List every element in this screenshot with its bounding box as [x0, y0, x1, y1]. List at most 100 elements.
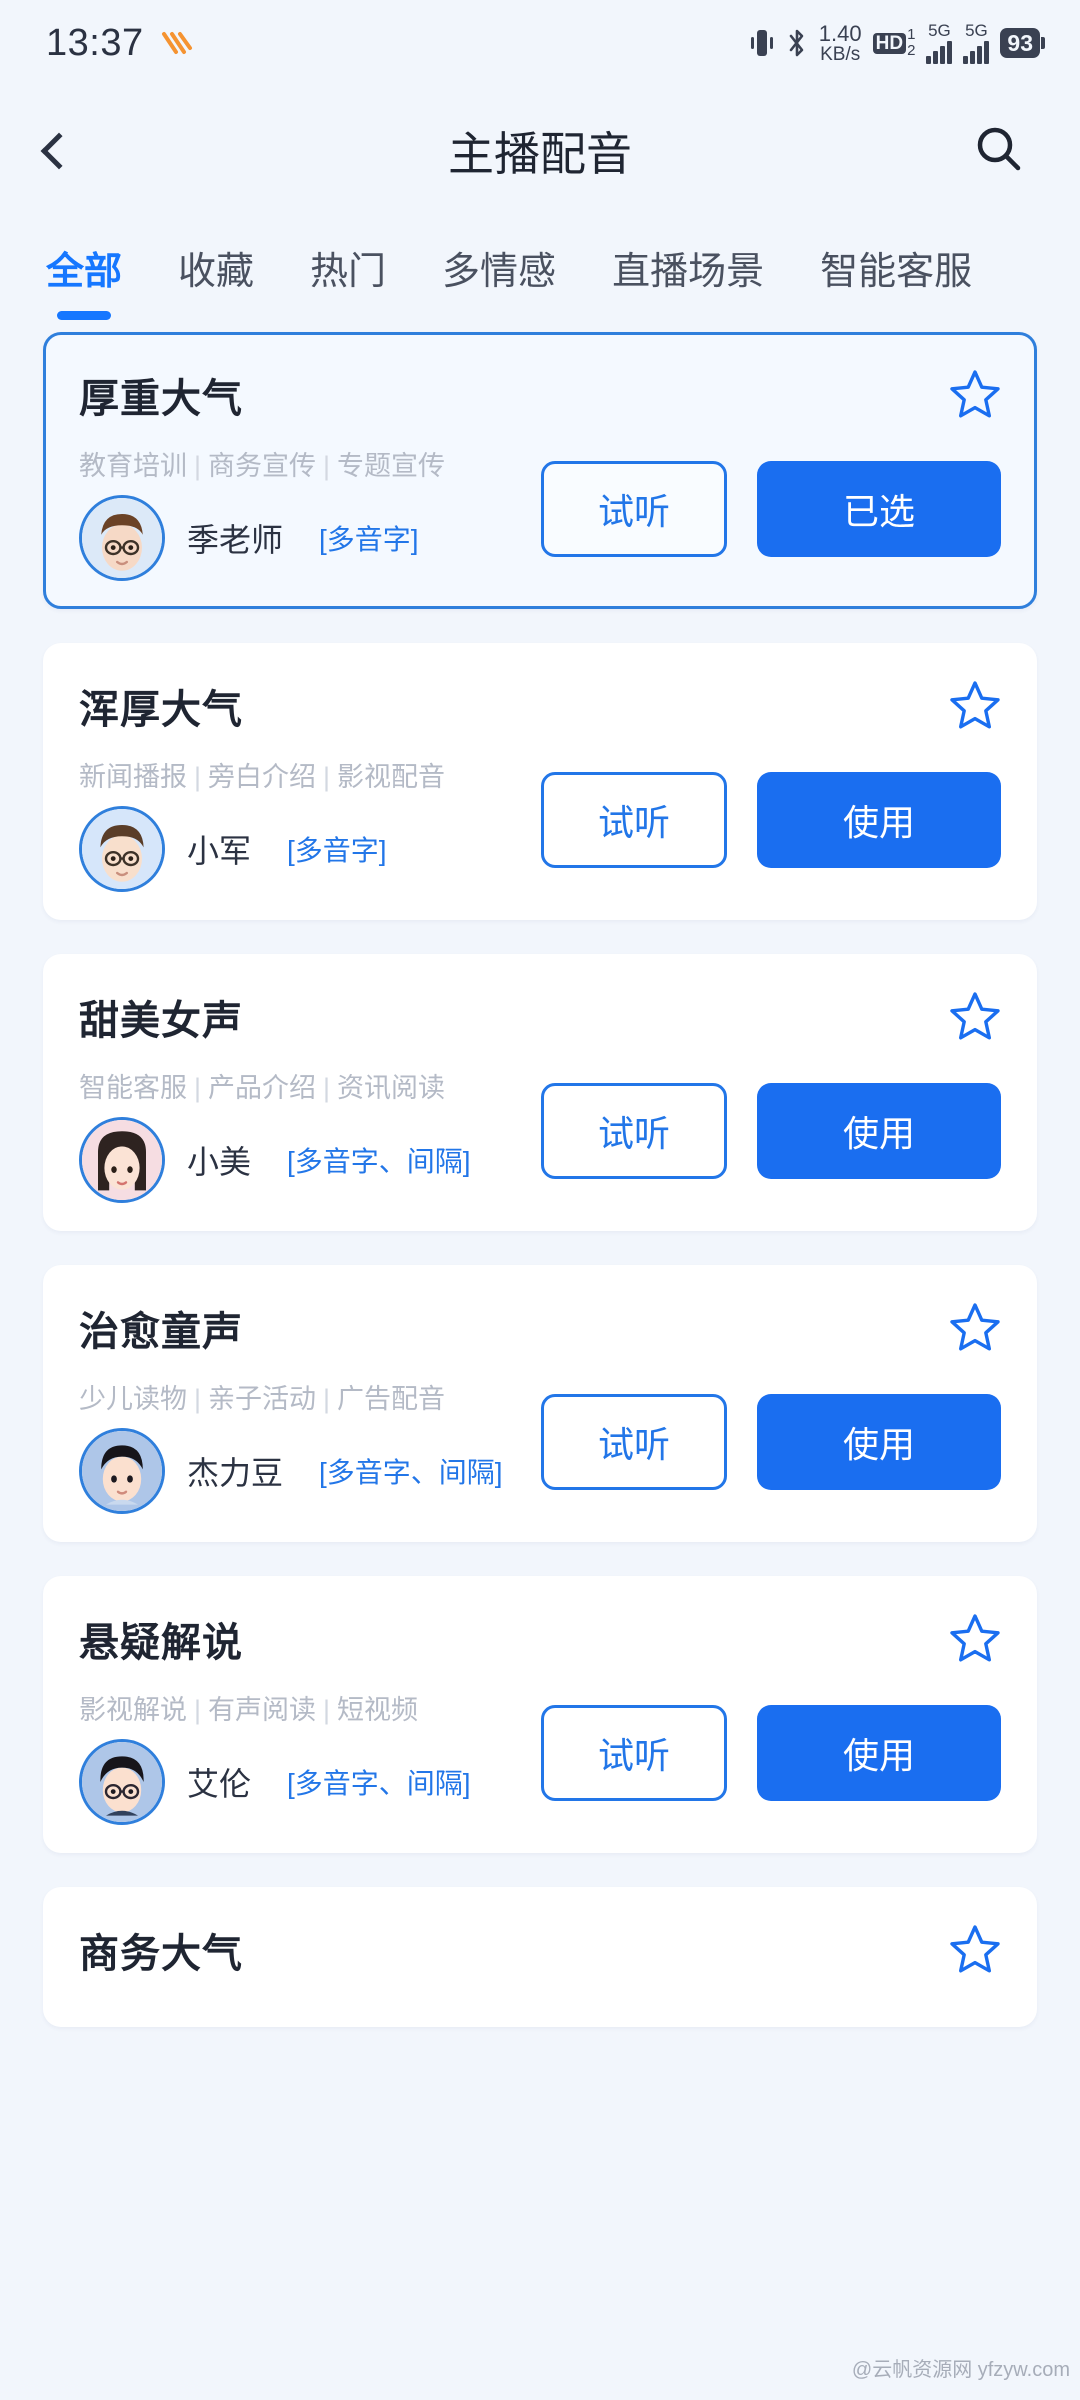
vibrate-icon — [749, 28, 775, 58]
use-button[interactable]: 使用 — [757, 1083, 1001, 1179]
tab-label: 热门 — [310, 251, 387, 293]
voice-tag: 专题宣传 — [337, 451, 446, 481]
tab-active-underline — [661, 311, 715, 320]
network-speed-unit: KB/s — [820, 43, 861, 65]
tab-4[interactable]: 多情感 — [442, 240, 556, 320]
search-icon — [972, 122, 1026, 181]
voice-card[interactable]: 甜美女声 智能客服 | 产品介绍 | 资讯阅读 小美 [多音字、间隔] 试听 使用 — [43, 954, 1037, 1231]
avatar — [79, 1739, 165, 1825]
status-bar-right: 1.40 KB/s HD 1 2 5G 5G 93 — [749, 21, 1045, 65]
tab-2[interactable]: 收藏 — [178, 240, 254, 320]
voice-card[interactable]: 厚重大气 教育培训 | 商务宣传 | 专题宣传 季老师 [多音字] 试听 已选 — [43, 332, 1037, 609]
status-bar-left: 13:37 — [46, 22, 196, 65]
page-title: 主播配音 — [448, 128, 632, 180]
tab-label: 智能客服 — [820, 251, 973, 293]
voice-title: 商务大气 — [79, 1932, 243, 1976]
voice-tag: 产品介绍 — [208, 1073, 317, 1103]
search-button[interactable] — [964, 116, 1034, 186]
preview-button[interactable]: 试听 — [541, 1394, 727, 1490]
favorite-star-icon[interactable] — [949, 1923, 1001, 1975]
avatar — [79, 1428, 165, 1514]
tag-separator: | — [323, 1695, 331, 1725]
app-header: 主播配音 — [0, 86, 1080, 216]
voice-actions: 试听 已选 — [541, 461, 1001, 557]
voice-tag: 亲子活动 — [208, 1384, 317, 1414]
favorite-star-icon[interactable] — [949, 990, 1001, 1042]
tab-3[interactable]: 热门 — [310, 240, 386, 320]
tab-label: 多情感 — [442, 251, 557, 293]
speaker-features: [多音字] — [319, 524, 419, 555]
tab-label: 直播场景 — [612, 251, 765, 293]
status-time: 13:37 — [46, 21, 144, 64]
tab-5[interactable]: 直播场景 — [612, 240, 764, 320]
signal-bars-2-icon — [963, 40, 990, 64]
voice-card[interactable]: 浑厚大气 新闻播报 | 旁白介绍 | 影视配音 小军 [多音字] 试听 使用 — [43, 643, 1037, 920]
voice-title: 治愈童声 — [79, 1310, 243, 1354]
speaker-info: 杰力豆 [多音字、间隔] — [79, 1428, 503, 1514]
use-button[interactable]: 使用 — [757, 1705, 1001, 1801]
tag-separator: | — [194, 1695, 202, 1725]
tab-label: 收藏 — [178, 251, 255, 293]
voice-actions: 试听 使用 — [541, 1394, 1001, 1490]
network-speed-indicator: 1.40 KB/s — [819, 22, 862, 65]
tag-separator: | — [194, 762, 202, 792]
use-button[interactable]: 使用 — [757, 1394, 1001, 1490]
tag-separator: | — [323, 1073, 331, 1103]
voice-tag: 商务宣传 — [208, 451, 317, 481]
app-root: 13:37 1.40 KB/s HD 1 2 5G 5G 93 主播配音 全部 … — [0, 0, 1080, 2400]
category-tabs[interactable]: 全部 收藏 热门 多情感 直播场景 智能客服 — [0, 216, 1080, 332]
battery-level: 93 — [1000, 27, 1045, 59]
favorite-star-icon[interactable] — [949, 1612, 1001, 1664]
speaker-name: 杰力豆 — [187, 1455, 284, 1491]
tab-6[interactable]: 智能客服 — [820, 240, 972, 320]
use-button[interactable]: 已选 — [757, 461, 1001, 557]
preview-button[interactable]: 试听 — [541, 1705, 727, 1801]
back-chevron-icon — [40, 132, 78, 170]
voice-tag: 影视配音 — [337, 762, 446, 792]
bluetooth-icon — [786, 28, 808, 58]
hd-voice-icon: HD 1 2 — [872, 27, 916, 59]
voice-card[interactable]: 悬疑解说 影视解说 | 有声阅读 | 短视频 艾伦 [多音字、间隔] 试听 使用 — [43, 1576, 1037, 1853]
voice-card[interactable]: 治愈童声 少儿读物 | 亲子活动 | 广告配音 杰力豆 [多音字、间隔] 试听 使用 — [43, 1265, 1037, 1542]
speaker-name: 艾伦 — [187, 1766, 252, 1802]
tab-active-underline — [472, 311, 526, 320]
tab-active-underline — [869, 311, 923, 320]
voice-tag: 影视解说 — [79, 1695, 187, 1725]
favorite-star-icon[interactable] — [949, 1301, 1001, 1353]
voice-tag: 智能客服 — [79, 1073, 187, 1103]
tab-active-underline — [57, 311, 111, 320]
heart-logo-icon — [158, 26, 196, 60]
tab-label: 全部 — [46, 251, 123, 293]
signal-1-label: 5G — [928, 21, 951, 40]
speaker-info: 小军 [多音字] — [79, 806, 387, 892]
hd-sim2-label: 2 — [907, 42, 916, 59]
signal-bars-1-icon — [926, 40, 953, 64]
tab-active-underline — [189, 311, 243, 320]
tag-separator: | — [323, 451, 331, 481]
voice-tag: 有声阅读 — [208, 1695, 317, 1725]
favorite-star-icon[interactable] — [949, 679, 1001, 731]
voice-card[interactable]: 商务大气 — [43, 1887, 1037, 2027]
avatar — [79, 806, 165, 892]
signal-indicator-2: 5G — [963, 22, 990, 64]
speaker-info: 艾伦 [多音字、间隔] — [79, 1739, 471, 1825]
signal-indicator-1: 5G — [926, 21, 953, 64]
back-button[interactable] — [40, 116, 116, 186]
voice-tag: 新闻播报 — [79, 762, 187, 792]
voice-tag: 旁白介绍 — [208, 762, 317, 792]
avatar — [79, 495, 165, 581]
voice-actions: 试听 使用 — [541, 1083, 1001, 1179]
tag-separator: | — [194, 1384, 202, 1414]
use-button[interactable]: 使用 — [757, 772, 1001, 868]
voice-actions: 试听 使用 — [541, 772, 1001, 868]
preview-button[interactable]: 试听 — [541, 772, 727, 868]
preview-button[interactable]: 试听 — [541, 1083, 727, 1179]
voice-actions: 试听 使用 — [541, 1705, 1001, 1801]
preview-button[interactable]: 试听 — [541, 461, 727, 557]
tag-separator: | — [194, 1073, 202, 1103]
watermark: @云帆资源网 yfzyw.com — [851, 2359, 1070, 2381]
speaker-features: [多音字] — [287, 835, 387, 866]
favorite-star-icon[interactable] — [949, 368, 1001, 420]
tab-1[interactable]: 全部 — [46, 240, 122, 320]
speaker-name: 小军 — [187, 833, 252, 869]
